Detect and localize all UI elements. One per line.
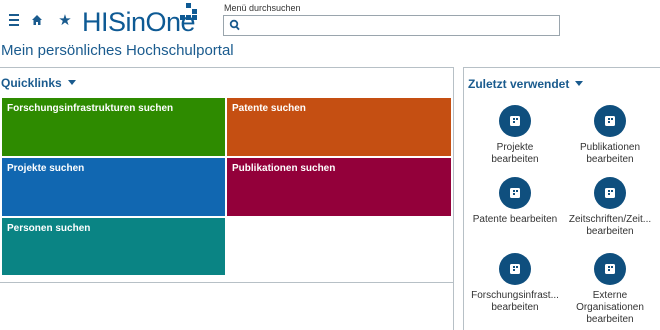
search-box[interactable]	[223, 15, 560, 36]
chevron-down-icon[interactable]	[575, 81, 584, 86]
recent-item-label: Projekte	[496, 142, 534, 153]
logo-mark-icon	[180, 3, 204, 25]
search-input[interactable]	[242, 17, 554, 34]
recent-item-label: bearbeiten	[491, 302, 539, 313]
logo[interactable]: HISinOne	[82, 7, 196, 38]
recently-used-heading[interactable]: Zuletzt verwendet	[468, 77, 584, 91]
quicklinks-heading-label: Quicklinks	[1, 76, 62, 90]
app-icon	[499, 105, 531, 137]
recent-item-label: Publikationen	[579, 142, 641, 153]
recent-item-label: bearbeiten	[491, 154, 539, 165]
recently-used-heading-label: Zuletzt verwendet	[468, 77, 570, 91]
recent-item-externe-organisationen-bearbeiten[interactable]: Externe Organisationen bearbeiten	[562, 253, 658, 326]
recent-item-publikationen-bearbeiten[interactable]: Publikationen bearbeiten	[562, 105, 658, 166]
header: ★ HISinOne Menü durchsuchen	[0, 0, 660, 42]
recent-item-zeitschriften-bearbeiten[interactable]: Zeitschriften/Zeit... bearbeiten	[562, 177, 658, 238]
recent-item-forschungsinfrastrukturen-bearbeiten[interactable]: Forschungsinfrast... bearbeiten	[467, 253, 563, 314]
recently-used-panel: Zuletzt verwendet Projekte bearbeiten Pu…	[463, 67, 660, 330]
tile-patente-suchen[interactable]: Patente suchen	[226, 97, 452, 157]
home-icon[interactable]	[29, 12, 45, 28]
page-title: Mein persönliches Hochschulportal	[1, 42, 234, 59]
quicklinks-panel: Quicklinks Forschungsinfrastrukturen suc…	[0, 67, 454, 330]
chevron-down-icon[interactable]	[67, 80, 76, 85]
quicklinks-heading[interactable]: Quicklinks	[1, 76, 76, 90]
recent-item-label: Organisationen	[576, 302, 644, 313]
recent-item-label: bearbeiten	[586, 226, 634, 237]
app-icon	[499, 253, 531, 285]
menu-icon[interactable]	[6, 12, 22, 28]
favorites-star-icon[interactable]: ★	[57, 12, 73, 28]
app-icon	[594, 253, 626, 285]
recent-item-label: Zeitschriften/Zeit...	[568, 214, 652, 225]
tile-forschungsinfrastrukturen-suchen[interactable]: Forschungsinfrastrukturen suchen	[1, 97, 226, 157]
search-label: Menü durchsuchen	[224, 3, 301, 13]
recent-item-projekte-bearbeiten[interactable]: Projekte bearbeiten	[467, 105, 563, 166]
recent-item-patente-bearbeiten[interactable]: Patente bearbeiten	[467, 177, 563, 226]
recent-item-label: Externe	[592, 290, 628, 301]
app-icon	[594, 105, 626, 137]
app-icon	[594, 177, 626, 209]
divider	[0, 282, 454, 283]
recent-item-label: bearbeiten	[586, 314, 634, 325]
recent-item-label: Forschungsinfrast...	[471, 290, 559, 301]
tile-publikationen-suchen[interactable]: Publikationen suchen	[226, 157, 452, 217]
recent-item-label: bearbeiten	[586, 154, 634, 165]
tile-personen-suchen[interactable]: Personen suchen	[1, 217, 226, 276]
app-icon	[499, 177, 531, 209]
tile-projekte-suchen[interactable]: Projekte suchen	[1, 157, 226, 217]
portal-page: ★ HISinOne Menü durchsuchen Mein persönl…	[0, 0, 660, 330]
search-icon	[229, 19, 240, 31]
recent-item-label: Patente bearbeiten	[472, 214, 558, 225]
